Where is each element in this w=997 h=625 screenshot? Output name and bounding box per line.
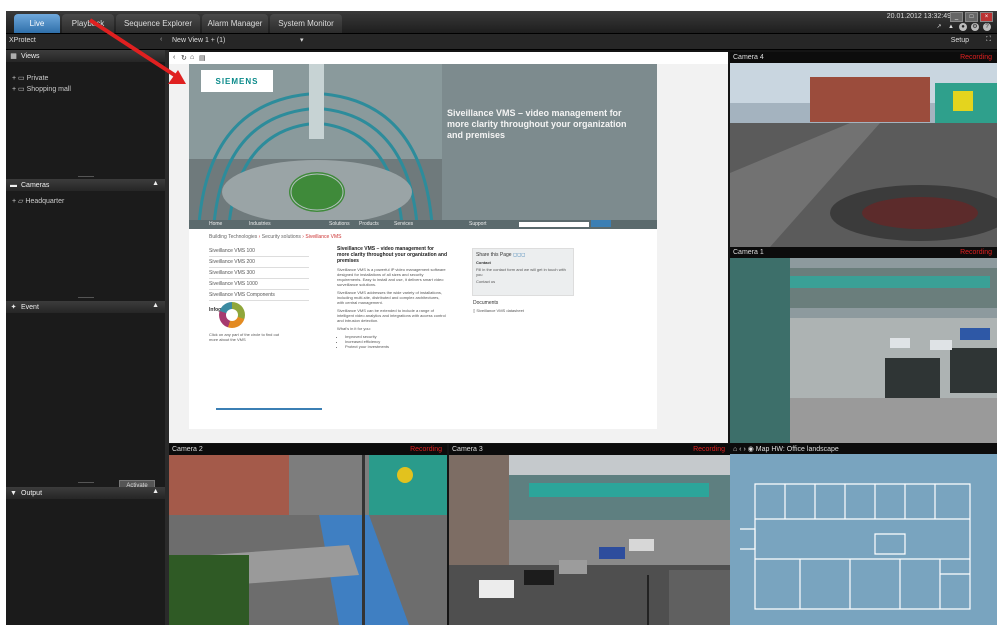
annotation-arrow: [88, 18, 186, 84]
